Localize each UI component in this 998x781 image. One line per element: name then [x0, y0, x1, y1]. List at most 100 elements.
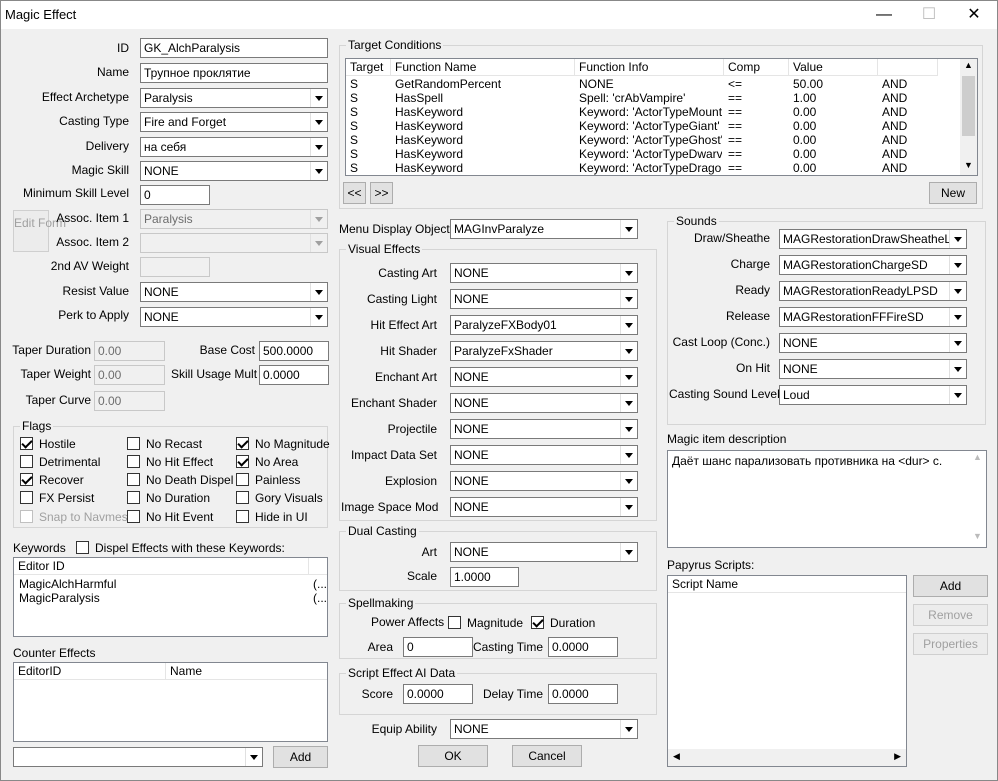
sound-dropdown-3[interactable]: MAGRestorationFFFireSD — [779, 307, 967, 327]
table-cell[interactable]: Spell: 'crAbVampire' — [579, 91, 722, 105]
tc-header-1[interactable]: Function Name — [391, 59, 575, 76]
flag-checkbox-no-hit-effect[interactable]: No Hit Effect — [127, 455, 213, 469]
flag-checkbox-snap-to-navmesh[interactable]: Snap to Navmesh — [20, 510, 134, 524]
sound-dropdown-2[interactable]: MAGRestorationReadyLPSD — [779, 281, 967, 301]
flag-checkbox-no-magnitude[interactable]: No Magnitude — [236, 437, 330, 451]
flag-checkbox-hostile[interactable]: Hostile — [20, 437, 76, 451]
visual-dropdown-1[interactable]: NONE — [450, 289, 638, 309]
table-cell[interactable]: == — [728, 91, 787, 105]
chevron-left-icon[interactable]: ◀ — [673, 751, 680, 762]
flag-checkbox-hide-in-ui[interactable]: Hide in UI — [236, 510, 308, 524]
tc-header-0[interactable]: Target — [346, 59, 391, 76]
scrollbar-thumb[interactable] — [962, 76, 975, 136]
flag-checkbox-fx-persist[interactable]: FX Persist — [20, 491, 94, 505]
description-scrollbar[interactable]: ▲ ▼ — [969, 451, 986, 547]
table-cell[interactable]: Keyword: 'ActorTypeGhost' — [579, 133, 722, 147]
score-field[interactable]: 0.0000 — [403, 684, 473, 704]
table-cell[interactable]: == — [728, 147, 787, 161]
table-cell[interactable]: HasKeyword — [395, 105, 573, 119]
taper-curve-field[interactable]: 0.00 — [94, 391, 165, 411]
table-cell[interactable]: HasKeyword — [395, 119, 573, 133]
table-cell[interactable]: 0.00 — [793, 133, 876, 147]
table-cell[interactable]: AND — [882, 147, 936, 161]
casting-time-field[interactable]: 0.0000 — [548, 637, 618, 657]
table-cell[interactable]: NONE — [579, 77, 722, 91]
duration-checkbox[interactable]: Duration — [531, 616, 595, 630]
table-cell[interactable]: S — [350, 77, 389, 91]
ok-button[interactable]: OK — [418, 745, 488, 767]
table-cell[interactable]: AND — [882, 77, 936, 91]
keywords-list[interactable]: Editor ID MagicAlchHarmful (... MagicPar… — [13, 557, 328, 637]
sound-dropdown-5[interactable]: NONE — [779, 359, 967, 379]
close-button[interactable]: ✕ — [951, 1, 997, 29]
dual-scale-field[interactable]: 1.0000 — [450, 567, 519, 587]
sound-dropdown-4[interactable]: NONE — [779, 333, 967, 353]
table-cell[interactable]: 0.00 — [793, 161, 876, 175]
maximize-button[interactable]: ☐ — [906, 1, 952, 29]
previous-condition-button[interactable]: << — [343, 182, 366, 204]
chevron-down-icon[interactable]: ▼ — [973, 531, 982, 541]
table-cell[interactable]: Keyword: 'ActorTypeGiant' — [579, 119, 722, 133]
visual-dropdown-4[interactable]: NONE — [450, 367, 638, 387]
sound-dropdown-1[interactable]: MAGRestorationChargeSD — [779, 255, 967, 275]
table-cell[interactable]: AND — [882, 91, 936, 105]
flag-checkbox-no-death-dispel[interactable]: No Death Dispel — [127, 473, 233, 487]
second-av-weight-field[interactable] — [140, 257, 210, 277]
tc-header-3[interactable]: Comp — [724, 59, 789, 76]
papyrus-properties-button[interactable]: Properties — [913, 633, 988, 655]
table-cell[interactable]: Keyword: 'ActorTypeDwarv... — [579, 147, 722, 161]
target-conditions-scrollbar[interactable]: ▲ ▼ — [960, 59, 977, 175]
next-condition-button[interactable]: >> — [370, 182, 393, 204]
flag-checkbox-no-hit-event[interactable]: No Hit Event — [127, 510, 213, 524]
assoc-item-2-dropdown[interactable] — [140, 233, 328, 253]
flag-checkbox-detrimental[interactable]: Detrimental — [20, 455, 100, 469]
visual-dropdown-7[interactable]: NONE — [450, 445, 638, 465]
base-cost-field[interactable]: 500.0000 — [259, 341, 329, 361]
delivery-dropdown[interactable]: на себя — [140, 137, 328, 157]
visual-dropdown-6[interactable]: NONE — [450, 419, 638, 439]
table-cell[interactable]: == — [728, 161, 787, 175]
table-cell[interactable]: AND — [882, 105, 936, 119]
table-cell[interactable]: S — [350, 119, 389, 133]
equip-ability-dropdown[interactable]: NONE — [450, 719, 638, 739]
visual-dropdown-8[interactable]: NONE — [450, 471, 638, 491]
minimum-skill-field[interactable]: 0 — [140, 185, 210, 205]
table-cell[interactable]: 1.00 — [793, 91, 876, 105]
chevron-up-icon[interactable]: ▲ — [964, 60, 973, 70]
keywords-header-extra[interactable] — [309, 558, 327, 575]
dual-art-dropdown[interactable]: NONE — [450, 542, 638, 562]
counter-header-id[interactable]: EditorID — [14, 663, 166, 680]
papyrus-hscrollbar[interactable]: ◀ ▶ — [668, 749, 906, 766]
menu-display-object-dropdown[interactable]: MAGInvParalyze — [450, 219, 638, 239]
table-cell[interactable]: AND — [882, 119, 936, 133]
casting-type-dropdown[interactable]: Fire and Forget — [140, 112, 328, 132]
papyrus-header-script-name[interactable]: Script Name — [668, 576, 906, 593]
visual-dropdown-9[interactable]: NONE — [450, 497, 638, 517]
visual-dropdown-5[interactable]: NONE — [450, 393, 638, 413]
skill-usage-mult-field[interactable]: 0.0000 — [259, 365, 329, 385]
table-cell[interactable]: HasKeyword — [395, 133, 573, 147]
table-cell[interactable]: <= — [728, 77, 787, 91]
name-field[interactable]: Трупное проклятие — [140, 63, 328, 83]
table-cell[interactable]: S — [350, 161, 389, 175]
delay-time-field[interactable]: 0.0000 — [548, 684, 618, 704]
sound-dropdown-0[interactable]: MAGRestorationDrawSheatheLPMSD — [779, 229, 967, 249]
visual-dropdown-3[interactable]: ParalyzeFxShader — [450, 341, 638, 361]
counter-effect-dropdown[interactable] — [13, 747, 263, 767]
id-field[interactable]: GK_AlchParalysis — [140, 38, 328, 58]
table-cell[interactable]: 0.00 — [793, 147, 876, 161]
taper-duration-field[interactable]: 0.00 — [94, 341, 165, 361]
perk-to-apply-dropdown[interactable]: NONE — [140, 307, 328, 327]
visual-dropdown-2[interactable]: ParalyzeFXBody01 — [450, 315, 638, 335]
dispel-keywords-checkbox[interactable]: Dispel Effects with these Keywords: — [76, 541, 285, 555]
table-cell[interactable]: GetRandomPercent — [395, 77, 573, 91]
tc-header-4[interactable]: Value — [789, 59, 878, 76]
chevron-up-icon[interactable]: ▲ — [973, 452, 982, 462]
flag-checkbox-painless[interactable]: Painless — [236, 473, 300, 487]
table-cell[interactable]: AND — [882, 161, 936, 175]
resist-value-dropdown[interactable]: NONE — [140, 282, 328, 302]
table-cell[interactable]: S — [350, 91, 389, 105]
table-cell[interactable]: Keyword: 'ActorTypeDragon' — [579, 161, 722, 175]
sound-dropdown-6[interactable]: Loud — [779, 385, 967, 405]
table-cell[interactable]: HasKeyword — [395, 147, 573, 161]
